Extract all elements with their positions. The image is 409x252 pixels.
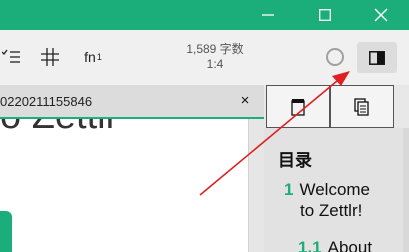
minimize-icon (262, 14, 274, 16)
footnote-sup: 1 (96, 52, 102, 62)
list-button[interactable] (0, 45, 22, 69)
close-button[interactable] (353, 0, 409, 30)
toolbar: fn 1 1,589 字数 1:4 (0, 30, 409, 85)
ratio-readout: 1:4 (206, 57, 224, 71)
document-tab-label: 0220211155846 (0, 94, 93, 109)
sidebar: 目录 1 Welcome to Zettlr! 1.1 About (264, 85, 409, 252)
toc-item-label: About (327, 238, 373, 252)
sidebar-tabs (264, 85, 409, 128)
insert-footnote-button[interactable]: fn 1 (78, 45, 108, 69)
green-card (0, 211, 12, 252)
toggle-sidebar-button[interactable] (357, 42, 397, 73)
table-of-contents: 目录 1 Welcome to Zettlr! 1.1 About (264, 128, 409, 252)
pomodoro-timer-button[interactable] (326, 48, 344, 66)
documents-icon (354, 97, 369, 116)
document-tab[interactable]: 0220211155846 × (0, 85, 264, 119)
editor-pane[interactable]: o Zettlr (0, 119, 248, 252)
close-icon (374, 8, 388, 22)
maximize-icon (319, 9, 331, 21)
sidebar-tab-files[interactable] (266, 85, 330, 128)
minimize-button[interactable] (240, 0, 296, 30)
task-list-icon (2, 49, 20, 63)
toc-item-number: 1.1 (298, 238, 322, 252)
document-stats: 1,589 字数 1:4 (150, 42, 280, 72)
table-icon (41, 48, 59, 66)
footnote-label: fn (84, 49, 96, 65)
editor-heading: o Zettlr (0, 119, 118, 138)
word-count: 1,589 字数 (186, 42, 244, 56)
toc-item-label: Welcome (299, 180, 371, 199)
toc-item-about[interactable]: 1.1 About (298, 237, 372, 252)
toc-item-welcome[interactable]: 1 Welcome to Zettlr! (284, 179, 370, 221)
toc-item-number: 1 (284, 180, 294, 199)
toc-title: 目录 (278, 151, 312, 170)
editor-scrollbar[interactable] (248, 119, 264, 252)
sidebar-tab-documents[interactable] (330, 85, 394, 128)
sidebar-scrollbar[interactable] (403, 128, 409, 252)
file-icon (291, 98, 305, 116)
document-tab-bar: 0220211155846 × (0, 85, 264, 119)
title-bar (0, 0, 409, 30)
toc-item-label-line2: to Zettlr! (300, 201, 363, 220)
insert-table-button[interactable] (38, 45, 62, 69)
sidebar-icon (369, 50, 385, 65)
editor-heading-clip: o Zettlr (0, 119, 248, 195)
maximize-button[interactable] (297, 0, 353, 30)
close-tab-button[interactable]: × (236, 92, 254, 110)
